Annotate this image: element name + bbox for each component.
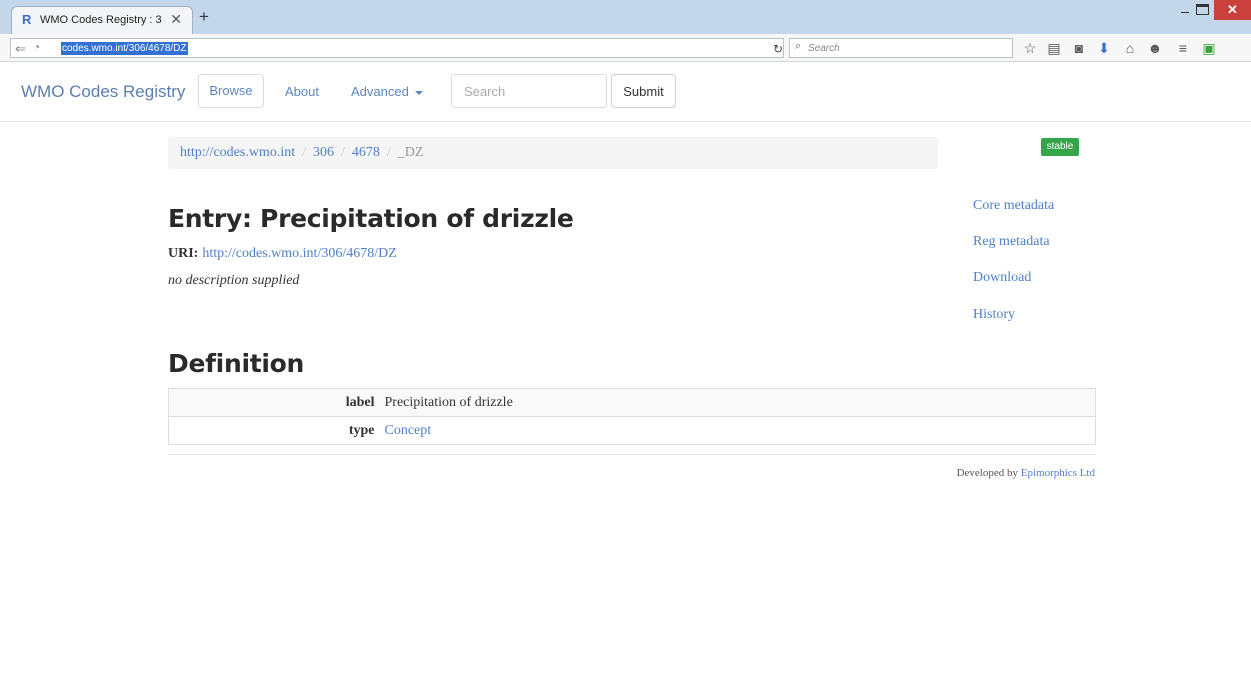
breadcrumb-item-root[interactable]: http://codes.wmo.int — [180, 145, 295, 160]
uri-link[interactable]: http://codes.wmo.int/306/4678/DZ — [202, 246, 396, 261]
sidebar-link-history[interactable]: History — [973, 307, 1015, 323]
close-window-icon[interactable]: ✕ — [1214, 0, 1251, 20]
footer-company-link[interactable]: Epimorphics Ltd — [1021, 467, 1095, 479]
entry-title: Entry: Precipitation of drizzle — [168, 204, 574, 233]
breadcrumb-item-306[interactable]: 306 — [313, 145, 334, 160]
footer-prefix: Developed by — [956, 467, 1018, 479]
browser-search-bar[interactable]: ⌕ Search — [789, 38, 1013, 58]
breadcrumb-separator: / — [341, 145, 345, 160]
breadcrumb-separator: / — [302, 145, 306, 160]
chat-icon[interactable]: ☻ — [1145, 39, 1165, 57]
new-tab-button[interactable]: + — [199, 8, 209, 25]
uri-line: URI: http://codes.wmo.int/306/4678/DZ — [168, 246, 397, 262]
url-text[interactable]: codes.wmo.int/306/4678/DZ — [61, 42, 188, 55]
browser-search-placeholder: Search — [808, 43, 840, 54]
tab-close-icon[interactable]: ✕ — [170, 11, 182, 28]
download-icon[interactable]: ⬇ — [1094, 39, 1114, 57]
search-icon: ⌕ — [795, 40, 802, 52]
sidebar-link-core-metadata[interactable]: Core metadata — [973, 198, 1054, 214]
sidebar-link-reg-metadata[interactable]: Reg metadata — [973, 234, 1050, 250]
caret-down-icon — [414, 90, 423, 95]
nav-advanced-dropdown[interactable]: Advanced — [351, 84, 423, 99]
browser-titlebar: R WMO Codes Registry : 30... ✕ + – ✕ — [0, 0, 1251, 34]
site-favicon-icon: R — [22, 12, 32, 27]
table-row: type Concept — [168, 416, 1096, 445]
breadcrumb-separator: / — [386, 145, 391, 160]
entry-description: no description supplied — [168, 273, 300, 288]
footer-divider — [168, 454, 1096, 455]
browser-toolbar: ⇐ ◔ codes.wmo.int/306/4678/DZ ↻ ⌕ Search… — [0, 34, 1251, 62]
concept-link[interactable]: Concept — [385, 423, 432, 438]
breadcrumb-item-4678[interactable]: 4678 — [352, 145, 380, 160]
tab-title: WMO Codes Registry : 30... — [40, 14, 162, 26]
site-brand[interactable]: WMO Codes Registry — [21, 82, 185, 102]
definition-table: label Precipitation of drizzle type Conc… — [168, 388, 1096, 445]
property-value: Precipitation of drizzle — [380, 388, 1096, 417]
reload-icon[interactable]: ↻ — [773, 42, 783, 56]
table-row: label Precipitation of drizzle — [168, 388, 1096, 417]
search-input[interactable] — [451, 74, 607, 108]
site-navbar: WMO Codes Registry Browse About Advanced… — [0, 62, 1251, 122]
address-bar[interactable]: ⇐ ◔ codes.wmo.int/306/4678/DZ ↻ — [10, 38, 784, 58]
uri-label: URI: — [168, 246, 199, 261]
nav-about[interactable]: About — [285, 84, 319, 99]
breadcrumb-item-active: _DZ — [397, 145, 424, 160]
home-icon[interactable]: ⌂ — [1120, 39, 1140, 57]
maximize-icon[interactable] — [1196, 4, 1209, 15]
site-info-icon[interactable]: ◔ — [33, 40, 40, 54]
sidebar-link-download[interactable]: Download — [973, 270, 1031, 286]
nav-browse[interactable]: Browse — [198, 74, 264, 108]
reading-list-icon[interactable]: ▤ — [1044, 39, 1064, 57]
submit-button[interactable]: Submit — [611, 74, 676, 108]
back-arrow-icon[interactable]: ⇐ — [15, 41, 26, 57]
minimize-icon[interactable]: – — [1176, 3, 1194, 19]
extension-icon[interactable]: ▣ — [1199, 39, 1219, 57]
menu-icon[interactable]: ≡ — [1173, 39, 1193, 57]
browser-tab[interactable]: R WMO Codes Registry : 30... ✕ — [11, 6, 193, 34]
status-badge: stable — [1041, 138, 1079, 156]
nav-advanced-label: Advanced — [351, 84, 409, 99]
breadcrumb: http://codes.wmo.int / 306 / 4678 / _DZ — [168, 137, 938, 169]
property-key: label — [168, 388, 381, 417]
definition-heading: Definition — [168, 349, 305, 378]
property-value-link[interactable]: Concept — [380, 416, 1096, 445]
property-key: type — [168, 416, 381, 445]
footer: Developed by Epimorphics Ltd — [957, 467, 1095, 479]
pocket-icon[interactable]: ◙ — [1069, 39, 1089, 57]
bookmark-star-icon[interactable]: ☆ — [1020, 39, 1040, 57]
